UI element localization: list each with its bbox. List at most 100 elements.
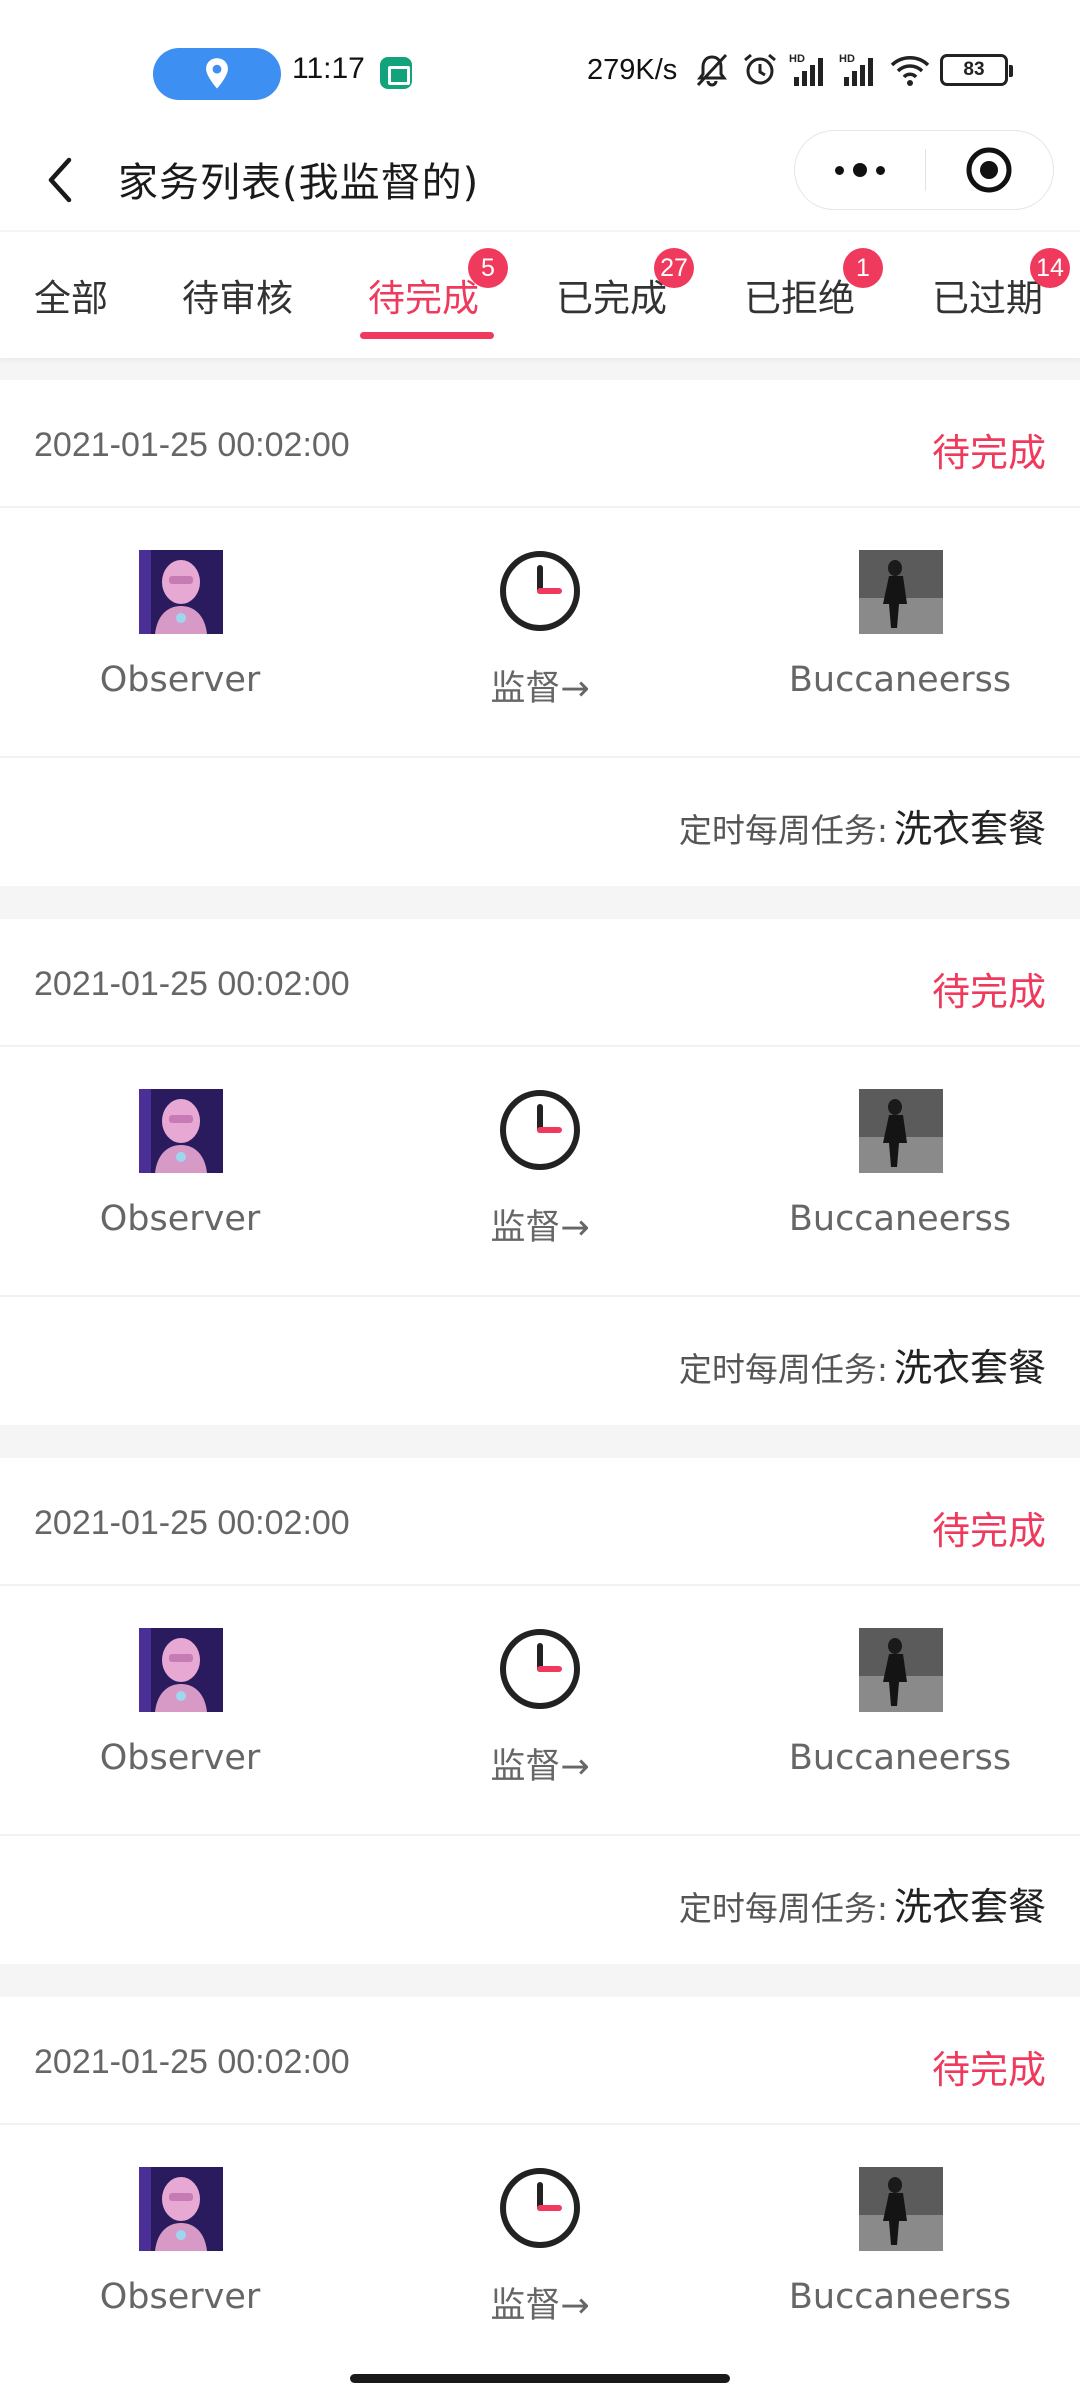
assignee-name: Buccaneerss (788, 1738, 1012, 1778)
task-info: 定时每周任务: 洗衣套餐 (679, 798, 1046, 853)
task-name: 洗衣套餐 (893, 1885, 1046, 1929)
page-title: 家务列表(我监督的) (118, 160, 480, 206)
card-footer: 定时每周任务: 洗衣套餐 (0, 1836, 1080, 1964)
task-card[interactable]: 2021-01-25 00:02:00 待完成 Observer 监督→ Buc… (0, 380, 1080, 886)
mute-bell-icon (696, 53, 728, 87)
card-body: Observer 监督→ Buccaneerss (0, 2125, 1080, 2375)
tab-badge-pending-completion: 5 (468, 248, 508, 288)
svg-text:HD: HD (839, 53, 855, 65)
task-card[interactable]: 2021-01-25 00:02:00 待完成 Observer 监督→ Buc… (0, 1997, 1080, 2400)
card-status: 待完成 (931, 431, 1046, 475)
tab-pending-review[interactable]: 待审核 (182, 268, 293, 322)
miniprogram-close-icon (966, 147, 1012, 193)
assignee-avatar[interactable] (859, 2167, 943, 2251)
app-root: 11:17 279K/s HD HD 83 家务列表(我监督的) 全部 待审核 … (0, 0, 1080, 2400)
assignee-name: Buccaneerss (788, 2277, 1012, 2317)
assignee-name: Buccaneerss (788, 660, 1012, 700)
card-header: 2021-01-25 00:02:00 待完成 (0, 380, 1080, 508)
photo-avatar-image (859, 1628, 943, 1712)
task-info: 定时每周任务: 洗衣套餐 (679, 1876, 1046, 1931)
supervisor-avatar[interactable] (139, 550, 223, 634)
tab-badge-completed: 27 (654, 248, 694, 288)
tab-completed[interactable]: 已完成 (556, 268, 667, 322)
card-footer: 定时每周任务: 洗衣套餐 (0, 1297, 1080, 1425)
tab-expired[interactable]: 已过期 (932, 268, 1043, 322)
svg-text:HD: HD (789, 53, 805, 65)
task-info: 定时每周任务: 洗衣套餐 (679, 1337, 1046, 1392)
card-status: 待完成 (931, 970, 1046, 1014)
wifi-icon (890, 56, 930, 86)
miniprogram-capsule (794, 130, 1054, 210)
card-date: 2021-01-25 00:02:00 (34, 426, 350, 464)
supervise-arrow-label: 监督→ (490, 2286, 590, 2326)
tab-all[interactable]: 全部 (34, 268, 108, 322)
card-status: 待完成 (931, 1509, 1046, 1553)
robot-avatar-image (139, 2167, 223, 2251)
tab-pending-completion[interactable]: 待完成 (368, 268, 479, 322)
photo-avatar-image (859, 2167, 943, 2251)
back-button[interactable] (30, 148, 90, 212)
supervisor-name: Observer (99, 1199, 261, 1239)
nav-bar: 家务列表(我监督的) (0, 130, 1080, 230)
card-header: 2021-01-25 00:02:00 待完成 (0, 1458, 1080, 1586)
task-type-label: 定时每周任务: (678, 1889, 888, 1928)
signal-hd-2-icon: HD (839, 53, 873, 86)
more-button[interactable] (795, 130, 925, 210)
more-dots-icon (834, 165, 844, 175)
close-miniprogram-button[interactable] (926, 130, 1054, 210)
card-header: 2021-01-25 00:02:00 待完成 (0, 919, 1080, 1047)
alarm-icon (744, 53, 776, 85)
task-type-label: 定时每周任务: (678, 811, 888, 850)
robot-avatar-image (139, 1628, 223, 1712)
supervise-arrow-label: 监督→ (490, 1208, 590, 1248)
status-icons: HD HD 83 (692, 50, 1013, 90)
tab-badge-expired: 14 (1030, 248, 1070, 288)
task-name: 洗衣套餐 (893, 807, 1046, 851)
status-bar: 11:17 279K/s HD HD 83 (0, 0, 1080, 130)
assignee-avatar[interactable] (859, 1628, 943, 1712)
supervise-arrow-label: 监督→ (490, 669, 590, 709)
clock-icon (500, 1629, 580, 1709)
card-body: Observer 监督→ Buccaneerss (0, 1047, 1080, 1297)
signal-hd-1-icon: HD (789, 53, 823, 86)
assignee-avatar[interactable] (859, 550, 943, 634)
supervisor-name: Observer (99, 660, 261, 700)
assignee-avatar[interactable] (859, 1089, 943, 1173)
card-header: 2021-01-25 00:02:00 待完成 (0, 1997, 1080, 2125)
task-type-label: 定时每周任务: (678, 1350, 888, 1389)
active-tab-underline (360, 332, 494, 339)
robot-avatar-image (139, 1089, 223, 1173)
location-icon (206, 58, 228, 89)
status-time: 11:17 (292, 52, 365, 85)
clock-icon (500, 2168, 580, 2248)
clock-icon (500, 1090, 580, 1170)
supervisor-avatar[interactable] (139, 2167, 223, 2251)
task-card[interactable]: 2021-01-25 00:02:00 待完成 Observer 监督→ Buc… (0, 1458, 1080, 1964)
photo-avatar-image (859, 550, 943, 634)
back-chevron-icon (48, 157, 72, 203)
card-body: Observer 监督→ Buccaneerss (0, 508, 1080, 758)
tab-rejected[interactable]: 已拒绝 (744, 268, 855, 322)
supervisor-avatar[interactable] (139, 1628, 223, 1712)
card-status: 待完成 (931, 2048, 1046, 2092)
clock-icon (500, 551, 580, 631)
photo-avatar-image (859, 1089, 943, 1173)
card-date: 2021-01-25 00:02:00 (34, 2043, 350, 2081)
task-card[interactable]: 2021-01-25 00:02:00 待完成 Observer 监督→ Buc… (0, 919, 1080, 1425)
status-tabs: 全部 待审核 待完成 5 已完成 27 已拒绝 1 已过期 14 (0, 232, 1080, 358)
network-speed: 279K/s (587, 54, 678, 86)
supervisor-avatar[interactable] (139, 1089, 223, 1173)
app-book-icon (380, 57, 412, 89)
robot-avatar-image (139, 550, 223, 634)
task-name: 洗衣套餐 (893, 1346, 1046, 1390)
home-indicator[interactable] (350, 2374, 730, 2383)
card-date: 2021-01-25 00:02:00 (34, 965, 350, 1003)
card-date: 2021-01-25 00:02:00 (34, 1504, 350, 1542)
location-pill[interactable] (153, 48, 281, 100)
supervise-arrow-label: 监督→ (490, 1747, 590, 1787)
supervisor-name: Observer (99, 1738, 261, 1778)
battery-icon: 83 (940, 54, 1013, 86)
battery-level: 83 (963, 59, 985, 80)
card-body: Observer 监督→ Buccaneerss (0, 1586, 1080, 1836)
tab-badge-rejected: 1 (843, 248, 883, 288)
